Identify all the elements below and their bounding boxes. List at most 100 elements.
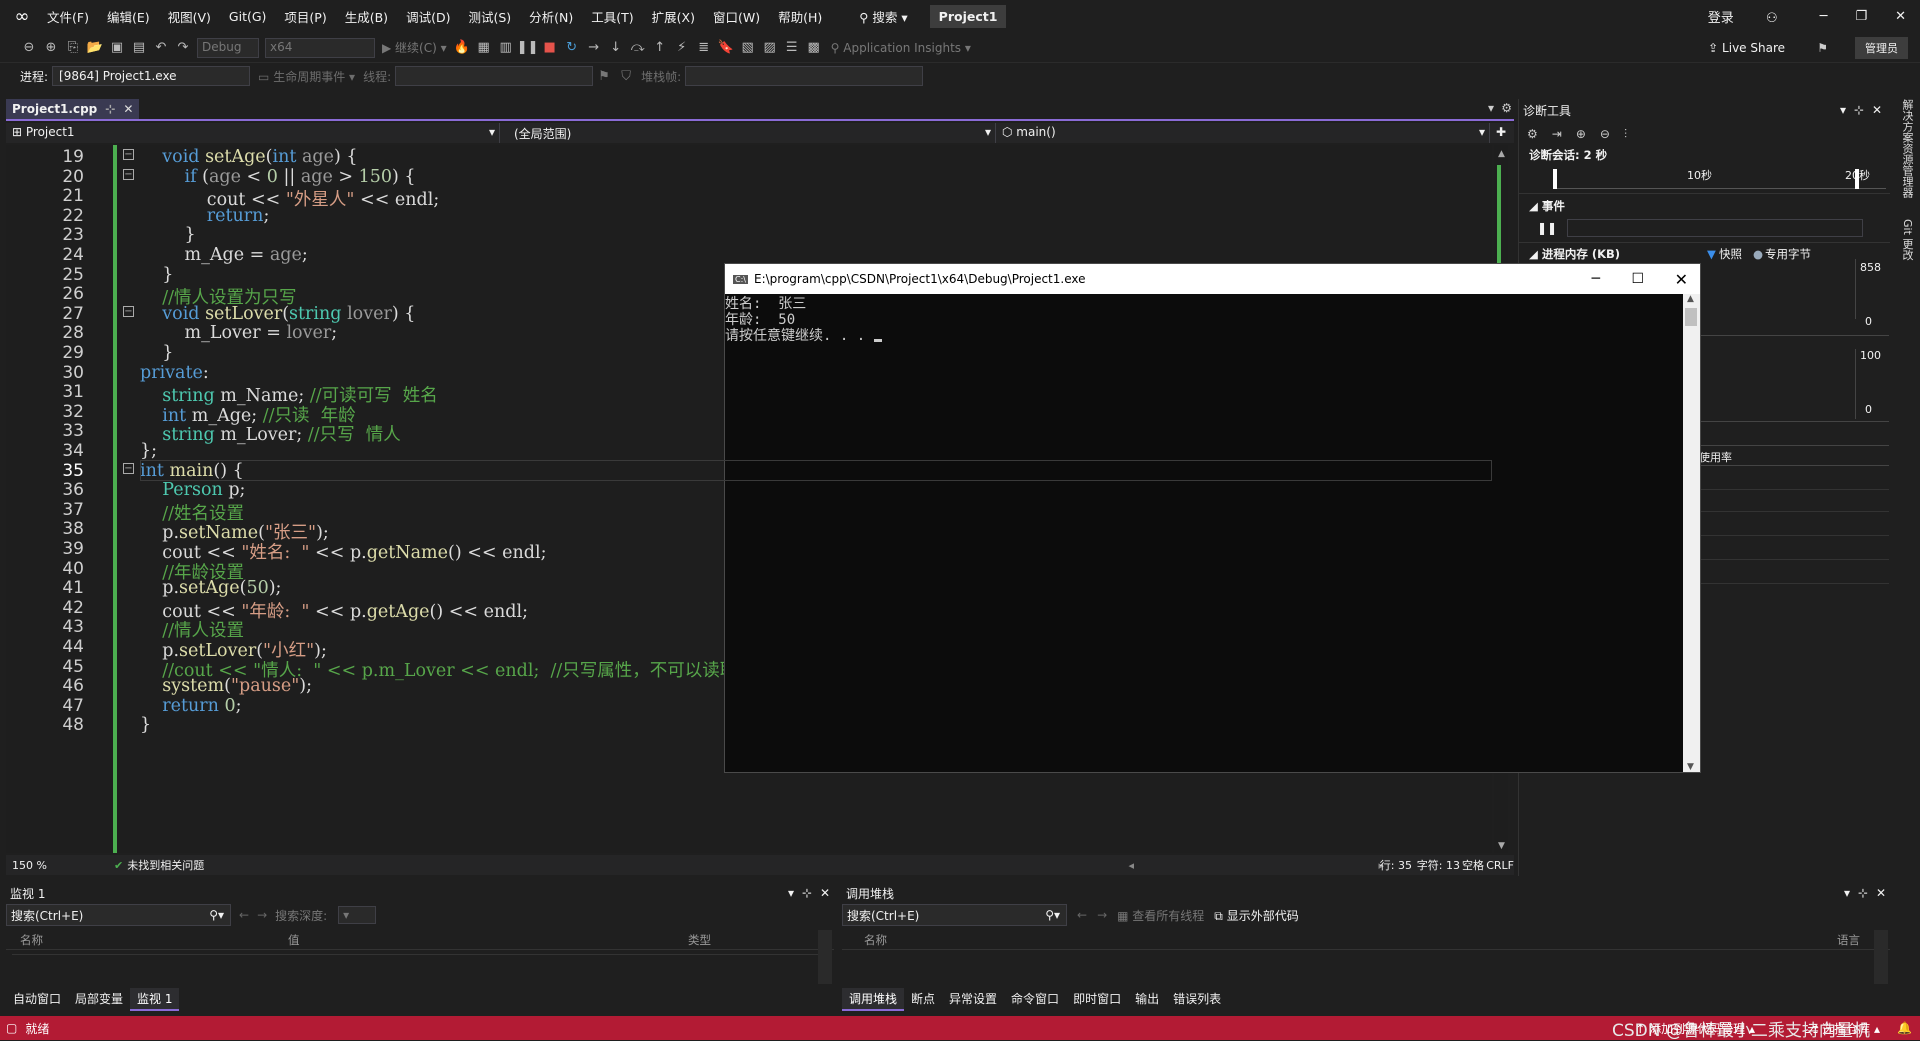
show-next-statement-icon[interactable]: → [583, 40, 605, 55]
stop-icon[interactable]: ■ [539, 40, 561, 55]
forward-icon[interactable]: ⊕ [40, 40, 62, 55]
search-depth-dropdown[interactable]: ▾ [338, 906, 377, 924]
callstack-menu-icon[interactable]: ▾ [1844, 886, 1850, 900]
tab-error-list[interactable]: 错误列表 [1166, 988, 1228, 1011]
close-button[interactable]: ✕ [1881, 9, 1920, 24]
step-over-icon[interactable]: ⤼ [627, 40, 649, 55]
tab-callstack[interactable]: 调用堆栈 [842, 988, 905, 1011]
code-line[interactable]: p.setAge(50); [140, 578, 281, 598]
process-dropdown[interactable]: [9864] Project1.exe [52, 66, 251, 86]
watch-close-icon[interactable]: ✕ [820, 886, 830, 900]
filter-icon[interactable]: ⛉ [615, 69, 637, 84]
menu-file[interactable]: 文件(F) [38, 7, 98, 26]
tab-project1-cpp[interactable]: Project1.cpp ⊹ ✕ [6, 99, 140, 119]
pause-icon[interactable]: ❚❚ [517, 40, 539, 55]
nav-scope-dropdown[interactable]: (全局范围) ▾ [500, 123, 996, 143]
solution-explorer-tab[interactable]: 解决方案资源管理器 [1899, 99, 1915, 198]
diag-menu-icon[interactable]: ▾ [1840, 103, 1846, 117]
callstack-scrollbar[interactable] [1874, 930, 1888, 984]
redo-icon[interactable]: ↷ [172, 40, 194, 55]
code-line[interactable]: } [140, 225, 196, 245]
menu-build[interactable]: 生成(B) [336, 7, 397, 26]
undo-icon[interactable]: ↶ [150, 40, 172, 55]
tab-output[interactable]: 输出 [1128, 988, 1166, 1011]
zoom-out-icon[interactable]: ⊖ [1600, 127, 1610, 141]
code-line[interactable]: private: [140, 363, 209, 383]
code-line[interactable]: void setLover(string lover) { [140, 304, 415, 324]
fold-toggle-icon[interactable]: − [123, 168, 134, 180]
threads-icon[interactable]: ≣ [693, 40, 715, 55]
code-line[interactable]: int main() { [140, 461, 244, 481]
application-insights-button[interactable]: ⚲ Application Insights ▾ [831, 41, 971, 55]
add-source-control-button[interactable]: ↑ 添加到源代码管理 ▴ [1635, 1020, 1755, 1037]
callstack-pin-icon[interactable]: ⊹ [1858, 886, 1868, 900]
nav-project-dropdown[interactable]: ⊞ Project1 ▾ [6, 123, 500, 143]
continue-button[interactable]: ▶ 继续(C) ▾ [382, 39, 447, 56]
back-icon[interactable]: ⊖ [18, 40, 40, 55]
console-close-button[interactable]: ✕ [1675, 270, 1688, 289]
code-line[interactable]: if (age < 0 || age > 150) { [140, 167, 416, 187]
menu-project[interactable]: 项目(P) [275, 7, 335, 26]
callstack-search-input[interactable]: 搜索(Ctrl+E) ⚲▾ [842, 904, 1067, 926]
step-into-icon[interactable]: ↓ [605, 40, 627, 55]
thread-dropdown[interactable] [395, 66, 594, 86]
minimize-button[interactable]: ─ [1806, 9, 1842, 24]
save-icon[interactable]: ▣ [106, 40, 128, 55]
diag-close-icon[interactable]: ✕ [1872, 103, 1882, 117]
char-indicator[interactable]: 字符: 13 [1417, 857, 1460, 873]
flag-icon[interactable]: ⚑ [593, 69, 615, 84]
console-window[interactable]: C:\ E:\program\cpp\CSDN\Project1\x64\Deb… [724, 263, 1701, 773]
select-repo-button[interactable]: ⎇ 选择仓库 ▴ [1804, 1020, 1880, 1037]
code-line[interactable]: m_Age = age; [140, 245, 308, 265]
code-line[interactable]: system("pause"); [140, 676, 312, 696]
fold-toggle-icon[interactable]: − [123, 462, 134, 474]
callstack-close-icon[interactable]: ✕ [1876, 886, 1886, 900]
line-indicator[interactable]: 行: 35 [1380, 857, 1412, 873]
menu-help[interactable]: 帮助(H) [769, 7, 831, 26]
console-maximize-button[interactable]: ☐ [1631, 271, 1644, 287]
new-item-icon[interactable]: ⎘ [62, 40, 84, 55]
code-line[interactable]: Person p; [140, 480, 245, 500]
close-tab-icon[interactable]: ✕ [123, 102, 133, 116]
signin-link[interactable]: 登录 ⚇ [1680, 7, 1806, 26]
code-line[interactable]: m_Lover = lover; [140, 323, 338, 343]
watch-back-icon[interactable]: ← [239, 908, 249, 922]
layout-icon[interactable]: ▥ [495, 40, 517, 55]
menu-analyze[interactable]: 分析(N) [520, 7, 582, 26]
watch-scrollbar[interactable] [818, 930, 832, 984]
memory-section[interactable]: ◢ 进程内存 (KB) ▼ 快照 ● 专用字节 [1519, 246, 1890, 262]
console-minimize-button[interactable]: ─ [1592, 271, 1600, 287]
stackframe-dropdown[interactable] [685, 66, 924, 86]
eol-indicator[interactable]: CRLF [1486, 859, 1514, 872]
settings-icon[interactable]: ⚙ [1501, 101, 1512, 115]
lifecycle-events-button[interactable]: ▭ 生命周期事件 ▾ [258, 68, 355, 85]
code-line[interactable]: } [140, 343, 173, 363]
code-line[interactable]: return 0; [140, 696, 241, 716]
comment-icon[interactable]: ▧ [737, 40, 759, 55]
zoom-in-icon[interactable]: ⊕ [1576, 127, 1586, 141]
grid-icon[interactable]: ▩ [803, 40, 825, 55]
whitespace-indicator[interactable]: 空格 [1462, 857, 1484, 873]
watch-forward-icon[interactable]: → [257, 908, 267, 922]
pin-icon[interactable]: ⊹ [105, 102, 115, 116]
menu-view[interactable]: 视图(V) [159, 7, 220, 26]
issues-indicator[interactable]: 未找到相关问题 [127, 857, 204, 873]
pause-events-icon[interactable]: ❚❚ [1537, 221, 1557, 235]
watch-search-input[interactable]: 搜索(Ctrl+E) ⚲▾ [6, 904, 231, 926]
watch-menu-icon[interactable]: ▾ [788, 886, 794, 900]
step-out-icon[interactable]: ↑ [649, 40, 671, 55]
uncomment-icon[interactable]: ▨ [759, 40, 781, 55]
restore-button[interactable]: ❐ [1841, 9, 1881, 24]
callstack-forward-icon[interactable]: → [1097, 908, 1107, 922]
menu-edit[interactable]: 编辑(E) [98, 7, 159, 26]
split-icon[interactable]: ✚ [1490, 123, 1514, 143]
fold-toggle-icon[interactable]: − [123, 305, 134, 317]
platform-dropdown[interactable]: x64 [265, 37, 375, 58]
show-external-code-button[interactable]: ⧉ 显示外部代码 [1214, 907, 1298, 924]
tab-command-window[interactable]: 命令窗口 [1004, 988, 1066, 1011]
code-line[interactable]: } [140, 715, 151, 735]
tab-list-icon[interactable]: ▾ [1488, 101, 1494, 115]
save-all-icon[interactable]: ▤ [128, 40, 150, 55]
menu-tools[interactable]: 工具(T) [582, 7, 642, 26]
tab-immediate-window[interactable]: 即时窗口 [1066, 988, 1128, 1011]
